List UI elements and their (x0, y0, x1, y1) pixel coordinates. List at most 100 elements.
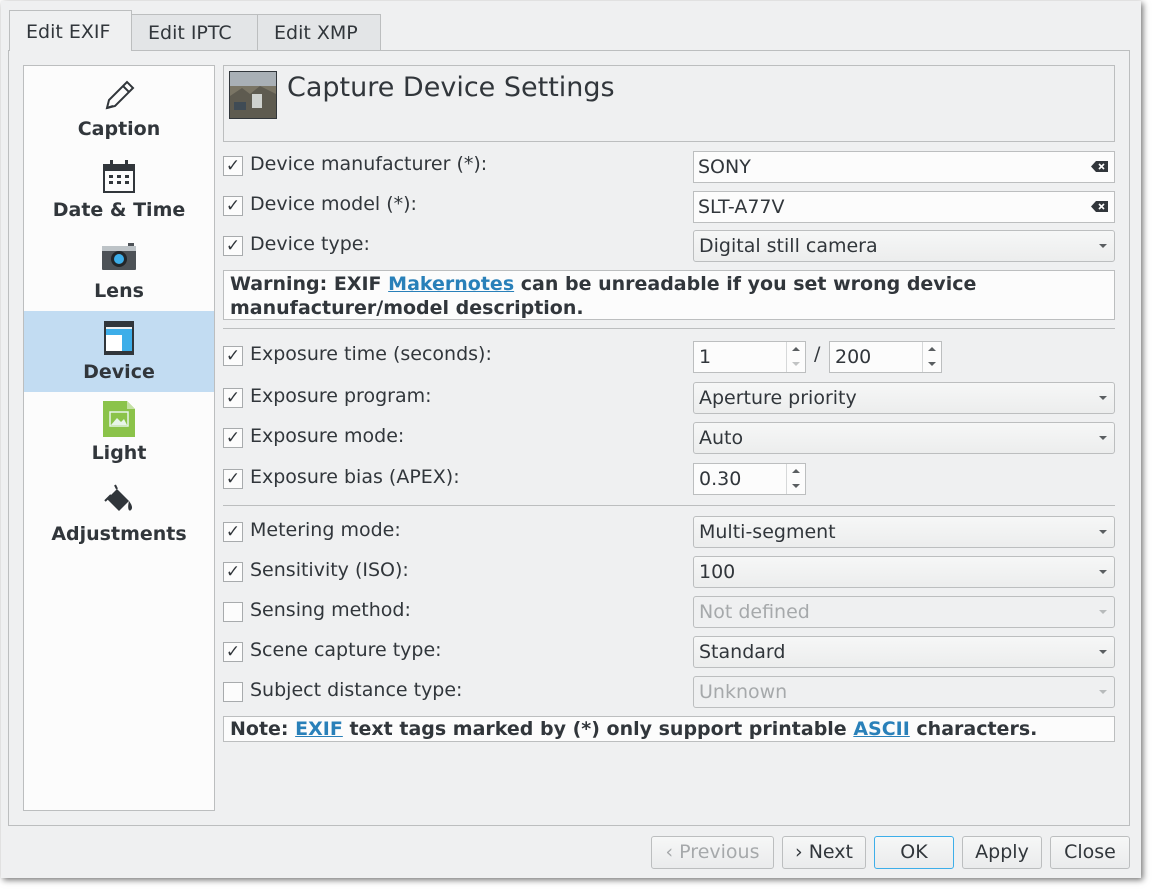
makernotes-link[interactable]: Makernotes (388, 273, 514, 295)
next-button[interactable]: › Next (782, 836, 866, 869)
spin-down-icon[interactable] (792, 362, 800, 366)
tab-edit-xmp[interactable]: Edit XMP (257, 14, 381, 50)
close-label: Close (1064, 841, 1116, 863)
exposure-denominator-value: 200 (835, 346, 872, 368)
device-type-select[interactable]: Digital still camera (693, 230, 1115, 262)
exposure-time-denominator-spinbox[interactable]: 200 (829, 341, 942, 373)
sidebar-item-label: Device (83, 361, 155, 383)
next-label: Next (808, 841, 853, 863)
device-model-checkbox[interactable]: ✓ (223, 196, 243, 216)
exposure-bias-spinbox[interactable]: 0.30 (693, 463, 806, 495)
tab-label: Edit IPTC (148, 22, 232, 44)
spin-up-icon[interactable] (792, 347, 800, 351)
apply-button[interactable]: Apply (962, 836, 1042, 869)
exposure-program-value: Aperture priority (699, 387, 857, 409)
exposure-mode-value: Auto (699, 427, 744, 449)
thumbnail-image (230, 72, 276, 118)
close-button[interactable]: Close (1050, 836, 1130, 869)
ok-button[interactable]: OK (874, 836, 954, 869)
spin-buttons[interactable] (786, 464, 805, 494)
exposure-mode-label: Exposure mode: (250, 425, 405, 447)
sidebar-item-label: Light (91, 442, 147, 464)
metering-mode-select[interactable]: Multi-segment (693, 516, 1115, 548)
chevron-down-icon (1099, 396, 1107, 400)
calendar-icon (103, 160, 135, 193)
tab-label: Edit XMP (274, 22, 358, 44)
sidebar: Caption Date & Time Lens Device Light Ad… (23, 65, 215, 811)
sidebar-item-device[interactable]: Device (24, 311, 214, 392)
paint-bucket-icon (104, 484, 133, 511)
sidebar-item-date-time[interactable]: Date & Time (24, 149, 214, 230)
device-manufacturer-label: Device manufacturer (*): (250, 153, 488, 175)
device-icon (104, 321, 134, 355)
camera-icon (102, 243, 136, 270)
fraction-separator: / (814, 343, 821, 365)
device-manufacturer-checkbox[interactable]: ✓ (223, 156, 243, 176)
subject-distance-select[interactable]: Unknown (693, 676, 1115, 708)
exposure-time-numerator-spinbox[interactable]: 1 (693, 341, 806, 373)
sidebar-item-adjustments[interactable]: Adjustments (24, 473, 214, 554)
exif-link[interactable]: EXIF (295, 718, 343, 740)
exposure-program-select[interactable]: Aperture priority (693, 382, 1115, 414)
sensing-method-select[interactable]: Not defined (693, 596, 1115, 628)
sensitivity-checkbox[interactable]: ✓ (223, 562, 243, 582)
metering-mode-label: Metering mode: (250, 519, 401, 541)
chevron-down-icon (1099, 570, 1107, 574)
scene-capture-select[interactable]: Standard (693, 636, 1115, 668)
spin-down-icon[interactable] (792, 484, 800, 488)
sensing-method-checkbox[interactable] (223, 602, 243, 622)
spin-up-icon[interactable] (928, 347, 936, 351)
clear-text-icon[interactable] (1091, 201, 1108, 212)
spin-up-icon[interactable] (792, 469, 800, 473)
sidebar-item-light[interactable]: Light (24, 392, 214, 473)
scene-capture-checkbox[interactable]: ✓ (223, 642, 243, 662)
chevron-down-icon (1099, 650, 1107, 654)
device-model-input[interactable]: SLT-A77V (693, 191, 1115, 223)
sensitivity-select[interactable]: 100 (693, 556, 1115, 588)
device-model-label: Device model (*): (250, 193, 417, 215)
exposure-mode-select[interactable]: Auto (693, 422, 1115, 454)
makernotes-warning: Warning: EXIF Makernotes can be unreadab… (223, 270, 1115, 320)
ascii-link[interactable]: ASCII (853, 718, 909, 740)
metering-mode-checkbox[interactable]: ✓ (223, 522, 243, 542)
subject-distance-label: Subject distance type: (250, 679, 463, 701)
exposure-numerator-value: 1 (699, 346, 712, 368)
exposure-mode-checkbox[interactable]: ✓ (223, 428, 243, 448)
scene-capture-label: Scene capture type: (250, 639, 442, 661)
clear-text-icon[interactable] (1091, 161, 1108, 172)
note-suffix: characters. (909, 718, 1038, 740)
sidebar-item-caption[interactable]: Caption (24, 68, 214, 149)
spin-buttons[interactable] (786, 342, 805, 372)
scene-capture-value: Standard (699, 641, 786, 663)
chevron-down-icon (1099, 610, 1107, 614)
exposure-bias-value: 0.30 (699, 468, 742, 490)
tab-label: Edit EXIF (26, 21, 111, 43)
device-type-value: Digital still camera (699, 235, 878, 257)
device-type-checkbox[interactable]: ✓ (223, 236, 243, 256)
chevron-left-icon: ‹ (665, 841, 680, 863)
sidebar-item-label: Adjustments (51, 523, 187, 545)
device-manufacturer-input[interactable]: SONY (693, 151, 1115, 183)
exposure-bias-label: Exposure bias (APEX): (250, 466, 460, 488)
ascii-note: Note: EXIF text tags marked by (*) only … (223, 716, 1115, 742)
tab-edit-iptc[interactable]: Edit IPTC (131, 14, 258, 50)
exposure-program-label: Exposure program: (250, 385, 432, 407)
note-prefix: Note: (230, 718, 296, 740)
subject-distance-checkbox[interactable] (223, 682, 243, 702)
previous-button[interactable]: ‹ Previous (651, 836, 774, 869)
apply-label: Apply (975, 841, 1029, 863)
exposure-bias-checkbox[interactable]: ✓ (223, 469, 243, 489)
note-middle: text tags marked by (*) only support pri… (342, 718, 854, 740)
chevron-down-icon (1099, 436, 1107, 440)
sidebar-item-lens[interactable]: Lens (24, 230, 214, 311)
chevron-right-icon: › (795, 841, 809, 863)
spin-buttons[interactable] (922, 342, 941, 372)
sensitivity-value: 100 (699, 561, 736, 583)
exposure-program-checkbox[interactable]: ✓ (223, 388, 243, 408)
exposure-time-checkbox[interactable]: ✓ (223, 346, 243, 366)
separator (223, 328, 1115, 329)
device-model-value: SLT-A77V (698, 196, 785, 218)
previous-label: Previous (679, 841, 760, 863)
spin-down-icon[interactable] (928, 362, 936, 366)
tab-edit-exif[interactable]: Edit EXIF (9, 10, 132, 51)
